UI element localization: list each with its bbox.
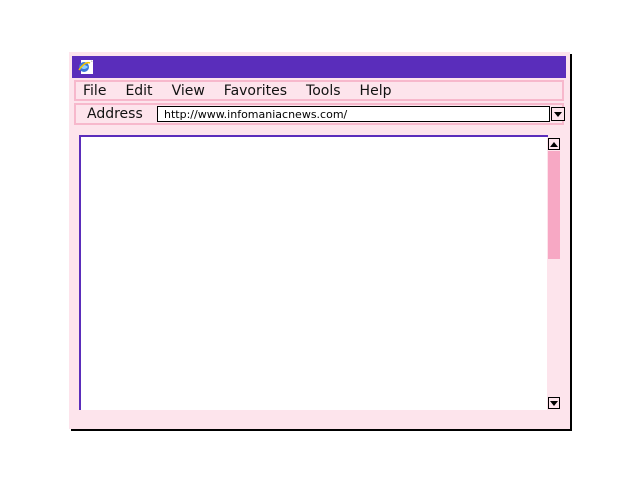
menu-bar: File Edit View Favorites Tools Help bbox=[74, 80, 564, 101]
address-label: Address bbox=[87, 106, 143, 122]
arrow-up-icon[interactable] bbox=[548, 138, 560, 150]
browser-globe-icon bbox=[77, 58, 95, 76]
menu-file[interactable]: File bbox=[76, 83, 115, 99]
chevron-down-icon[interactable] bbox=[551, 107, 565, 121]
address-input[interactable] bbox=[157, 106, 550, 122]
menu-view[interactable]: View bbox=[165, 83, 214, 99]
address-bar: Address bbox=[74, 103, 565, 125]
menu-help[interactable]: Help bbox=[353, 83, 401, 99]
browser-window: File Edit View Favorites Tools Help Addr… bbox=[69, 52, 570, 429]
title-bar[interactable] bbox=[72, 56, 566, 78]
page-content[interactable] bbox=[79, 135, 548, 410]
menu-tools[interactable]: Tools bbox=[299, 83, 350, 99]
arrow-down-icon[interactable] bbox=[548, 397, 560, 409]
scroll-thumb[interactable] bbox=[548, 151, 560, 259]
menu-edit[interactable]: Edit bbox=[118, 83, 161, 99]
menu-favorites[interactable]: Favorites bbox=[217, 83, 296, 99]
vertical-scrollbar[interactable] bbox=[547, 137, 561, 410]
